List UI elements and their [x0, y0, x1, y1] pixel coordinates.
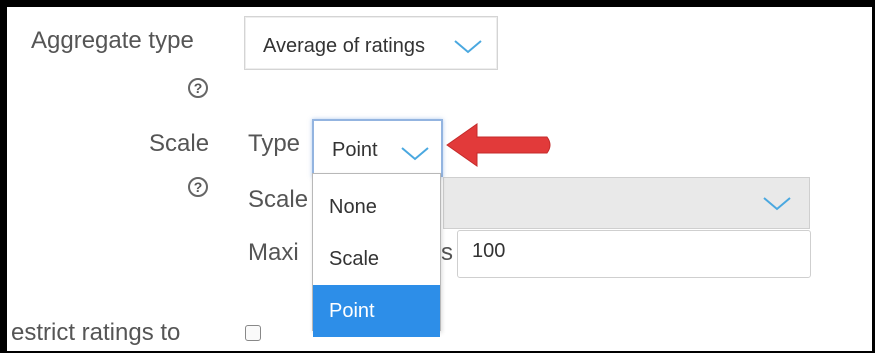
- restrict-ratings-checkbox[interactable]: [245, 325, 261, 341]
- aggregate-type-label: Aggregate type: [31, 27, 194, 54]
- type-dropdown-list: None Scale Point: [312, 173, 441, 337]
- scale-select[interactable]: [443, 177, 810, 229]
- screenshot-frame: Aggregate type ? Average of ratings Scal…: [0, 0, 875, 353]
- restrict-ratings-label: estrict ratings to: [11, 319, 181, 346]
- type-value: Point: [332, 139, 378, 161]
- aggregate-type-select[interactable]: Average of ratings: [244, 16, 498, 70]
- maximum-points-label: Maxi: [248, 239, 299, 266]
- chevron-down-icon: [763, 197, 791, 211]
- dropdown-option-none[interactable]: None: [313, 181, 440, 233]
- maximum-points-label-tail: s: [441, 239, 453, 266]
- type-label: Type: [248, 130, 301, 157]
- scale-sub-label: Scale: [248, 186, 309, 213]
- maximum-points-input[interactable]: 100: [457, 230, 811, 278]
- chevron-down-icon: [454, 40, 482, 54]
- scale-label: Scale: [149, 130, 210, 157]
- aggregate-type-value: Average of ratings: [263, 35, 425, 57]
- help-icon[interactable]: ?: [188, 177, 208, 197]
- red-arrow-icon: [446, 123, 551, 167]
- dropdown-option-point[interactable]: Point: [313, 285, 440, 337]
- help-icon[interactable]: ?: [188, 78, 208, 98]
- chevron-down-icon: [401, 147, 429, 161]
- dropdown-option-scale[interactable]: Scale: [313, 233, 440, 285]
- type-select[interactable]: Point: [312, 119, 443, 177]
- maximum-points-value: 100: [472, 240, 506, 262]
